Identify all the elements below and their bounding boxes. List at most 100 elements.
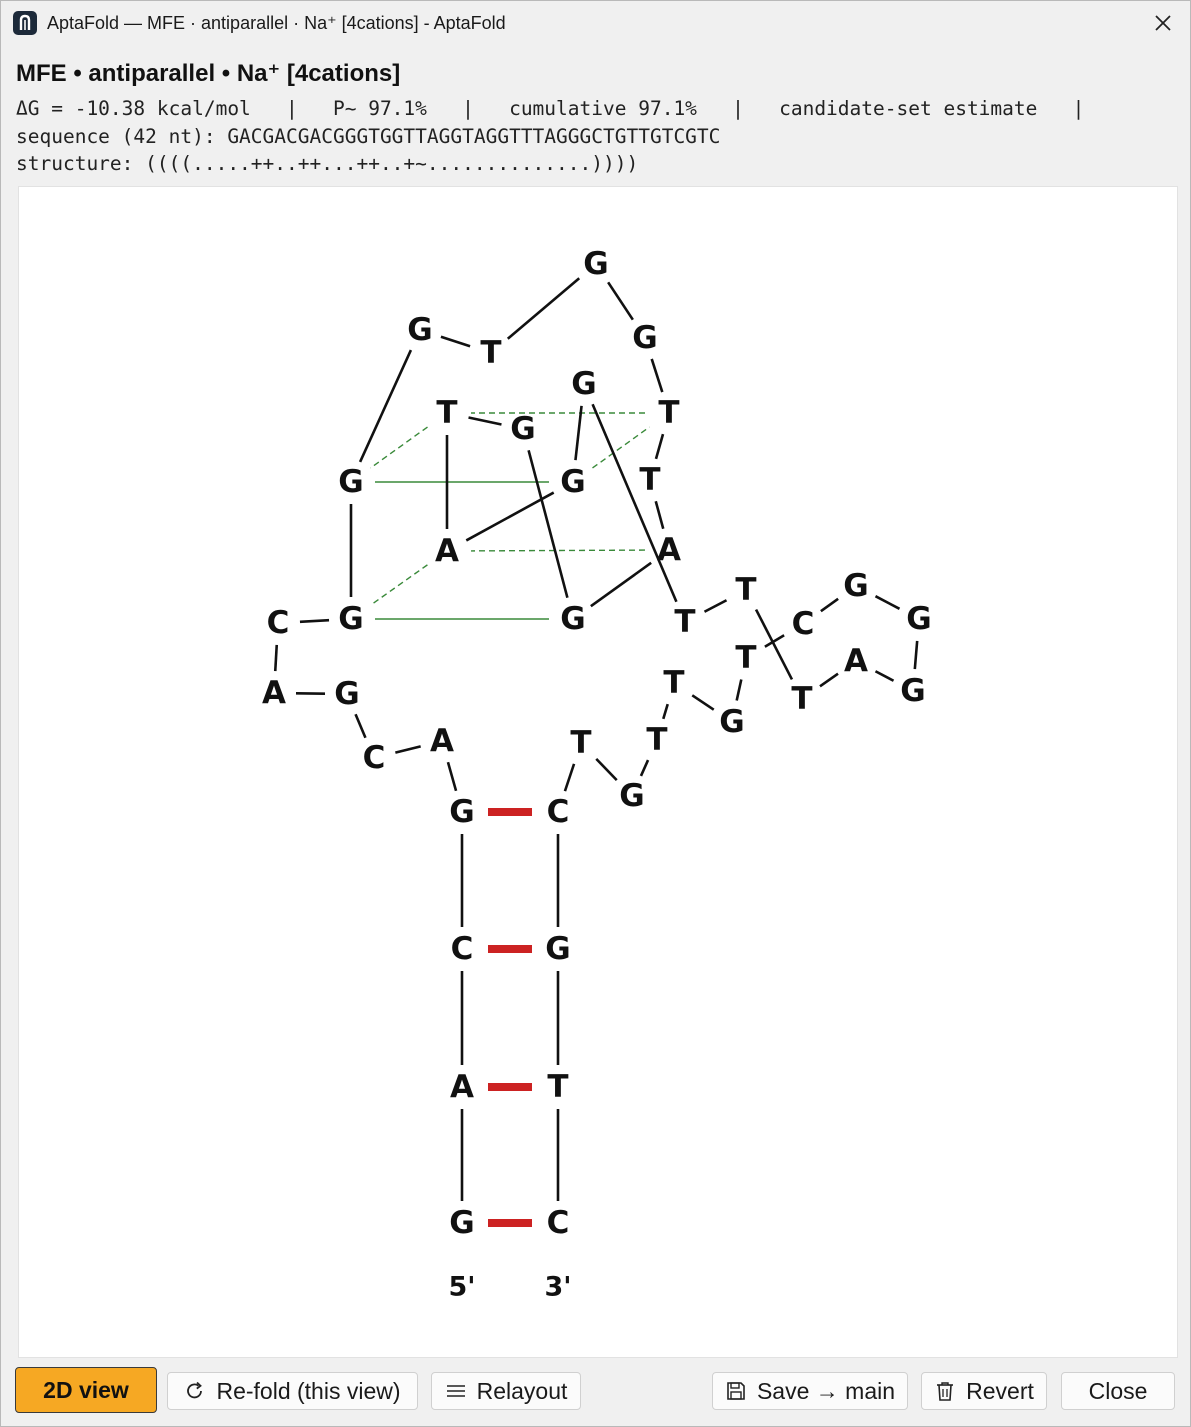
nucleotide-29[interactable]: G <box>900 673 925 709</box>
backbone-link <box>691 694 715 711</box>
nucleotide-12[interactable]: G <box>407 312 432 348</box>
backbone-link <box>354 713 367 739</box>
nucleotide-27[interactable]: T <box>791 681 812 717</box>
backbone-link <box>819 672 839 688</box>
title-bar: AptaFold — MFE · antiparallel · Na⁺ [4ca… <box>1 1 1190 45</box>
nucleotide-32[interactable]: C <box>792 606 815 642</box>
nucleotide-40[interactable]: G <box>545 931 570 967</box>
revert-button[interactable]: Revert <box>921 1372 1047 1410</box>
backbone-link <box>874 595 901 610</box>
g-quartet-bond <box>370 426 428 469</box>
backbone-link <box>446 761 458 792</box>
save-icon <box>725 1380 747 1402</box>
nucleotide-8[interactable]: A <box>262 675 286 711</box>
nucleotide-28[interactable]: A <box>844 643 868 679</box>
g-quartet-bond <box>370 564 428 606</box>
nucleotide-38[interactable]: T <box>570 725 591 761</box>
backbone-link <box>591 403 678 603</box>
backbone-link <box>574 405 583 461</box>
backbone-link <box>654 500 665 530</box>
nucleotide-35[interactable]: T <box>663 665 684 701</box>
base-pair-bond <box>488 1219 532 1227</box>
five-prime-label: 5' <box>448 1272 475 1303</box>
backbone-link <box>754 608 794 681</box>
nucleotide-1[interactable]: G <box>449 1205 474 1241</box>
nucleotide-15[interactable]: G <box>632 320 657 356</box>
nucleotide-13[interactable]: T <box>480 335 501 371</box>
backbone-link <box>874 670 895 682</box>
nucleotide-19[interactable]: G <box>560 601 585 637</box>
nucleotide-18[interactable]: A <box>657 532 681 568</box>
nucleotide-11[interactable]: G <box>338 464 363 500</box>
close-button[interactable]: Close <box>1061 1372 1175 1410</box>
nucleotide-33[interactable]: T <box>735 640 756 676</box>
trash-icon <box>934 1380 956 1402</box>
backbone-link <box>273 644 279 672</box>
backbone-link <box>468 416 502 426</box>
backbone-link <box>590 561 652 608</box>
window-close-icon[interactable] <box>1150 10 1176 36</box>
nucleotide-21[interactable]: T <box>436 395 457 431</box>
nucleotide-10[interactable]: G <box>338 601 363 637</box>
nucleotide-4[interactable]: G <box>449 794 474 830</box>
backbone-link <box>654 433 665 460</box>
nucleotide-6[interactable]: C <box>363 740 386 776</box>
nucleotide-39[interactable]: C <box>547 794 570 830</box>
refold-label: Re-fold (this view) <box>216 1377 401 1404</box>
backbone-link <box>650 358 664 393</box>
refresh-icon <box>184 1380 206 1402</box>
backbone-link <box>465 491 555 542</box>
nucleotide-36[interactable]: T <box>646 722 667 758</box>
base-pair-bond <box>488 945 532 953</box>
backbone-link <box>913 640 919 670</box>
structure-canvas[interactable]: GACGACGACGGGTGGTTAGGTAGGTTTAGGGCTGTTGTCG… <box>18 186 1178 1358</box>
backbone-link <box>595 757 618 782</box>
lines-icon <box>445 1380 467 1402</box>
base-pair-bond <box>488 808 532 816</box>
nucleotide-31[interactable]: G <box>843 568 868 604</box>
nucleotide-9[interactable]: C <box>267 605 290 641</box>
relayout-label: Relayout <box>476 1377 568 1404</box>
nucleotide-25[interactable]: T <box>674 604 695 640</box>
nucleotide-37[interactable]: G <box>619 778 644 814</box>
nucleotide-20[interactable]: G <box>510 411 535 447</box>
app-window: AptaFold — MFE · antiparallel · Na⁺ [4ca… <box>0 0 1191 1427</box>
save-main-button[interactable]: Save → main <box>712 1372 908 1410</box>
backbone-link <box>662 703 669 720</box>
view-2d-button[interactable]: 2D view <box>15 1367 157 1413</box>
close-label: Close <box>1088 1377 1148 1404</box>
three-prime-label: 3' <box>544 1272 571 1303</box>
revert-label: Revert <box>966 1377 1034 1404</box>
nucleotide-41[interactable]: T <box>547 1069 568 1105</box>
nucleotide-22[interactable]: A <box>435 533 459 569</box>
g-quartet-bond <box>470 549 646 552</box>
backbone-link <box>395 745 421 754</box>
nucleotide-2[interactable]: A <box>450 1069 474 1105</box>
backbone-link <box>440 335 471 348</box>
backbone-link <box>703 599 728 613</box>
backbone-link <box>735 679 743 701</box>
nucleotide-23[interactable]: G <box>560 464 585 500</box>
nucleotide-14[interactable]: G <box>583 246 608 282</box>
backbone-link <box>299 618 330 624</box>
backbone-link <box>506 277 581 340</box>
nucleotide-34[interactable]: G <box>719 704 744 740</box>
relayout-button[interactable]: Relayout <box>431 1372 581 1410</box>
nucleotide-5[interactable]: A <box>430 723 454 759</box>
save-main-label: Save → main <box>756 1377 896 1404</box>
window-title: AptaFold — MFE · antiparallel · Na⁺ [4ca… <box>47 13 506 33</box>
nucleotide-3[interactable]: C <box>451 931 474 967</box>
sequence-line: sequence (42 nt): GACGACGACGGGTGGTTAGGTA… <box>16 125 721 148</box>
backbone-link <box>820 597 839 613</box>
nucleotide-30[interactable]: G <box>906 601 931 637</box>
nucleotide-24[interactable]: G <box>571 366 596 402</box>
backbone-link <box>639 759 650 777</box>
nucleotide-16[interactable]: T <box>658 395 679 431</box>
nucleotide-7[interactable]: G <box>334 676 359 712</box>
refold-button[interactable]: Re-fold (this view) <box>167 1372 418 1410</box>
energy-stats-line: ΔG = -10.38 kcal/mol | P~ 97.1% | cumula… <box>16 97 1085 120</box>
nucleotide-17[interactable]: T <box>639 462 660 498</box>
nucleotide-26[interactable]: T <box>735 572 756 608</box>
structure-line: structure: ((((.....++..++...++..+~.....… <box>16 152 639 175</box>
nucleotide-42[interactable]: C <box>547 1205 570 1241</box>
